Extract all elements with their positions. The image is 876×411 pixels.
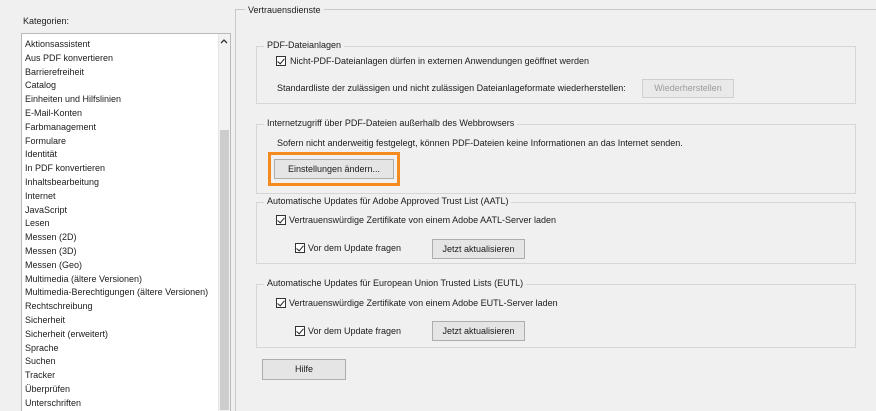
restore-formats-text: Standardliste der zulässigen und nicht z… — [277, 83, 626, 93]
categories-label: Kategorien: — [23, 16, 70, 26]
category-item[interactable]: Inhaltsbearbeitung — [25, 176, 99, 189]
category-item[interactable]: Aus PDF konvertieren — [25, 52, 113, 65]
highlight-box — [268, 152, 400, 186]
category-item[interactable]: E-Mail-Konten — [25, 107, 82, 120]
internet-access-title: Internetzugriff über PDF-Dateien außerha… — [264, 118, 518, 129]
internet-access-description: Sofern nicht anderweitig festgelegt, kön… — [277, 138, 683, 148]
category-item[interactable]: Unterschriften — [25, 397, 81, 410]
category-item[interactable]: Tracker — [25, 369, 55, 382]
scroll-up-icon[interactable] — [219, 37, 229, 46]
aatl-load-checkbox[interactable] — [276, 215, 286, 225]
eutl-update-button[interactable]: Jetzt aktualisieren — [432, 321, 525, 341]
aatl-update-button[interactable]: Jetzt aktualisieren — [432, 239, 525, 259]
category-item[interactable]: Multimedia (ältere Versionen) — [25, 273, 142, 286]
eutl-title: Automatische Updates für European Union … — [264, 278, 527, 289]
pdf-attachments-title: PDF-Dateianlagen — [264, 40, 345, 51]
category-item[interactable]: Lesen — [25, 217, 50, 230]
category-item[interactable]: Messen (3D) — [25, 245, 77, 258]
eutl-load-checkbox[interactable] — [276, 298, 286, 308]
restore-button[interactable]: Wiederherstellen — [642, 79, 734, 98]
help-button[interactable]: Hilfe — [262, 359, 346, 380]
category-item[interactable]: In PDF konvertieren — [25, 162, 105, 175]
category-item[interactable]: Identität — [25, 148, 57, 161]
aatl-group — [256, 202, 856, 264]
pdf-attachments-group — [256, 46, 856, 104]
eutl-ask-label: Vor dem Update fragen — [308, 326, 402, 336]
category-item[interactable]: Sicherheit — [25, 314, 65, 327]
eutl-group — [256, 284, 856, 348]
category-item[interactable]: Sprache — [25, 342, 59, 355]
page-title: Vertrauensdienste — [245, 5, 324, 16]
eutl-ask-checkbox[interactable] — [295, 326, 305, 336]
eutl-load-label: Vertrauenswürdige Zertifikate von einem … — [289, 298, 558, 308]
category-item[interactable]: Überprüfen — [25, 383, 70, 396]
allow-external-attachments-checkbox[interactable] — [276, 56, 286, 66]
category-item[interactable]: Sicherheit (erweitert) — [25, 328, 108, 341]
category-item[interactable]: Internet — [25, 190, 56, 203]
aatl-ask-checkbox[interactable] — [295, 243, 305, 253]
category-item[interactable]: Suchen — [25, 355, 56, 368]
category-item[interactable]: Catalog — [25, 79, 56, 92]
aatl-ask-label: Vor dem Update fragen — [308, 243, 402, 253]
category-item[interactable]: Barrierefreiheit — [25, 66, 84, 79]
allow-external-attachments-label: Nicht-PDF-Dateianlagen dürfen in externe… — [290, 56, 590, 66]
category-item[interactable]: Aktionsassistent — [25, 38, 90, 51]
category-item[interactable]: Messen (Geo) — [25, 259, 82, 272]
category-item[interactable]: Messen (2D) — [25, 231, 77, 244]
category-item[interactable]: Rechtschreibung — [25, 300, 93, 313]
category-item[interactable]: Farbmanagement — [25, 121, 96, 134]
aatl-title: Automatische Updates für Adobe Approved … — [264, 196, 512, 207]
category-item[interactable]: JavaScript — [25, 204, 67, 217]
aatl-load-label: Vertrauenswürdige Zertifikate von einem … — [289, 215, 556, 225]
categories-list[interactable]: Aktionsassistent Aus PDF konvertieren Barr… — [21, 33, 231, 411]
category-item[interactable]: Multimedia-Berechtigungen (ältere Versio… — [25, 286, 208, 299]
category-item[interactable]: Einheiten und Hilfslinien — [25, 93, 121, 106]
scrollbar-thumb[interactable] — [220, 130, 229, 410]
category-item[interactable]: Formulare — [25, 135, 66, 148]
